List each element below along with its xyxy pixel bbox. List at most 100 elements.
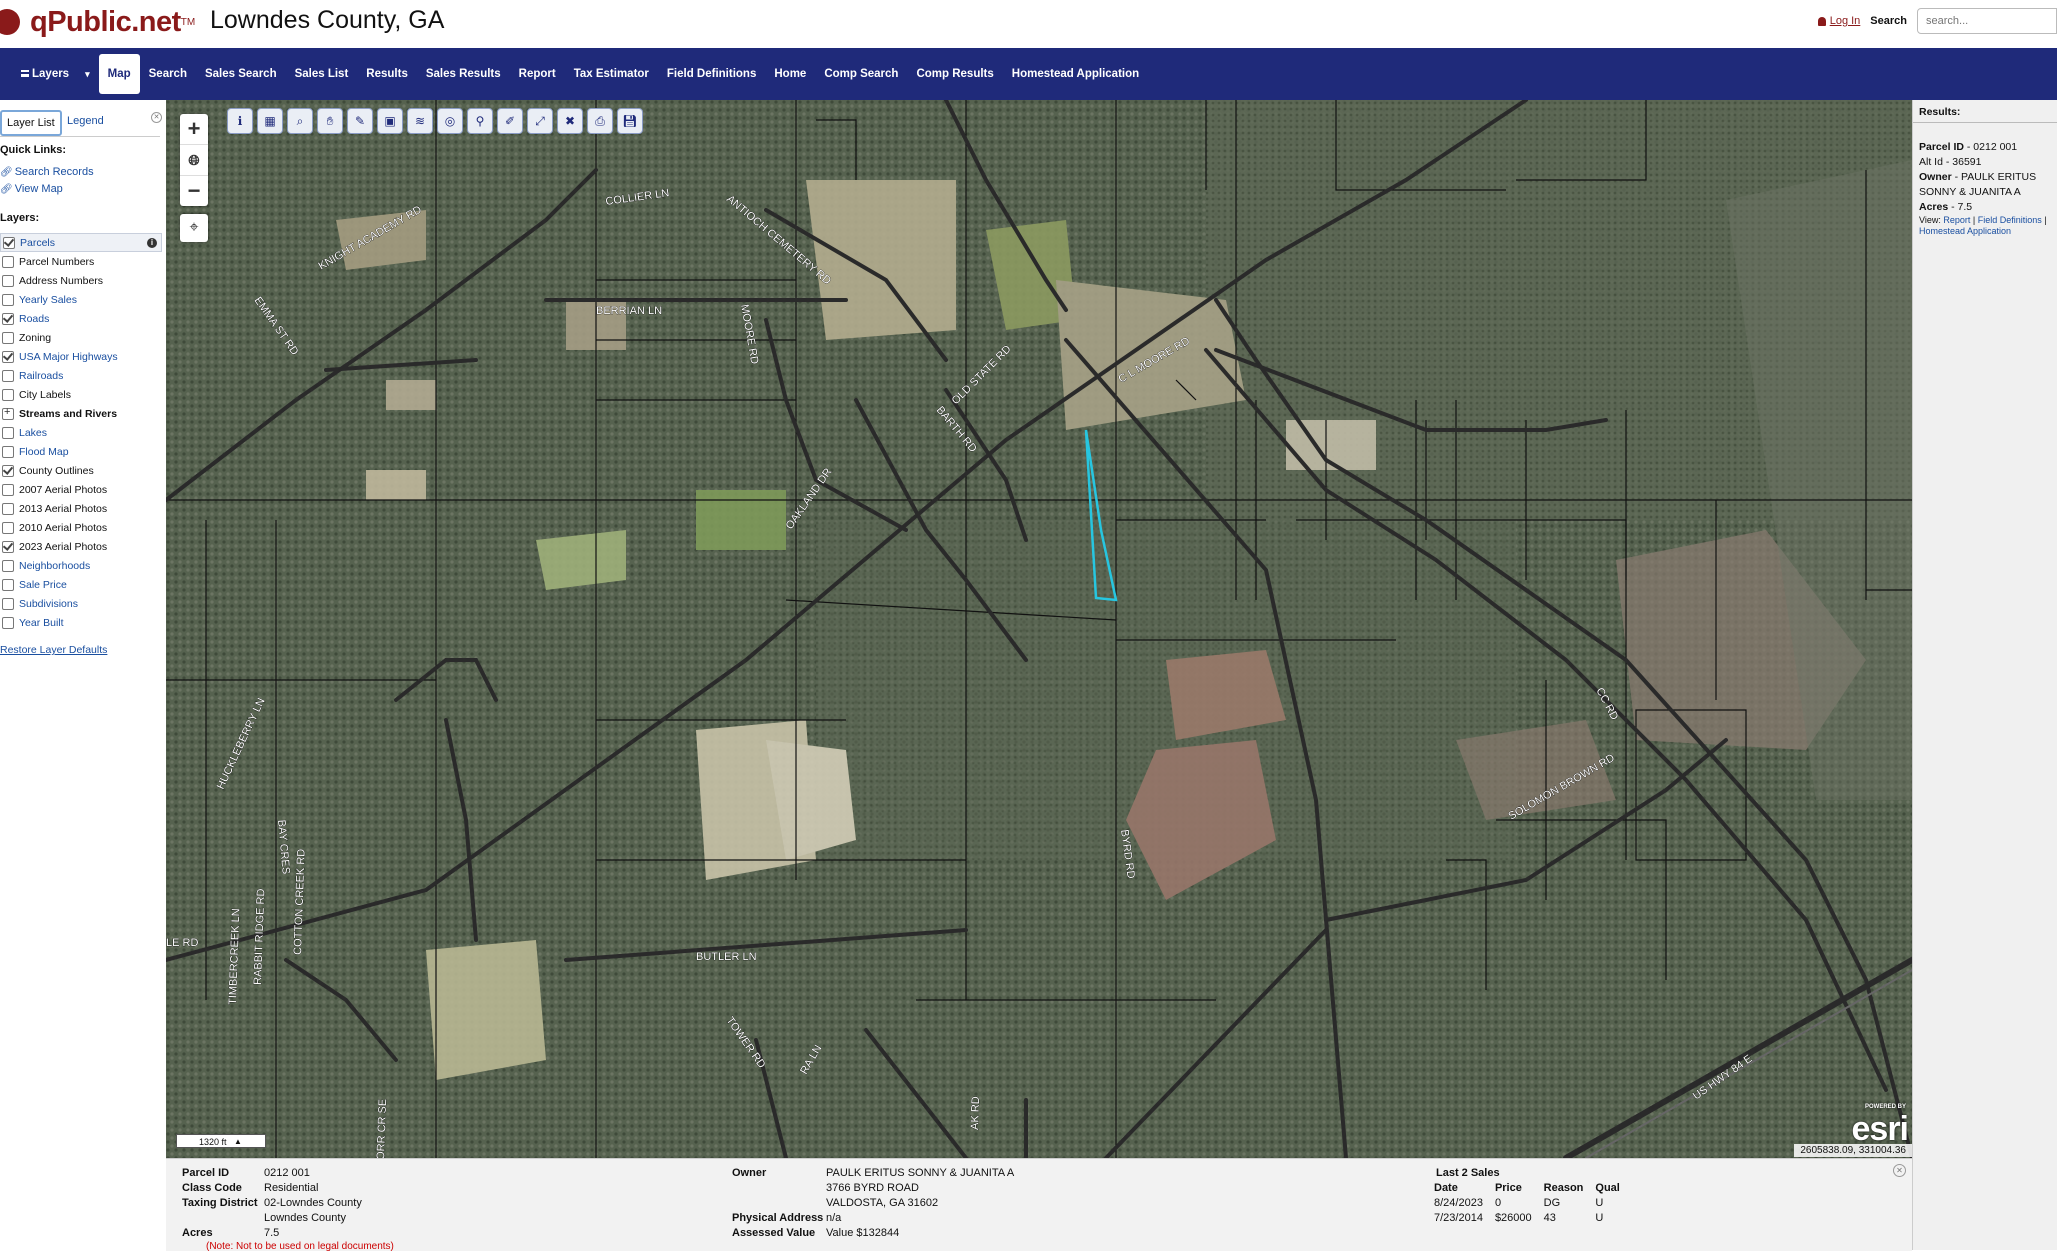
layers-tool-button[interactable]: ≋ bbox=[407, 108, 433, 134]
zoom-out-button[interactable]: − bbox=[180, 176, 208, 206]
layer-item-county-outlines[interactable]: County Outlines bbox=[0, 461, 162, 480]
layer-checkbox[interactable] bbox=[2, 445, 14, 458]
layer-item-subdivisions[interactable]: Subdivisions bbox=[0, 594, 162, 613]
qpublic-logo[interactable]: qPublic.net TM bbox=[0, 4, 195, 40]
locate-button[interactable]: ⌖ bbox=[180, 214, 208, 242]
select-tool-button[interactable]: ▦ bbox=[257, 108, 283, 134]
layer-item-sale-price[interactable]: Sale Price bbox=[0, 575, 162, 594]
layer-item-lakes[interactable]: Lakes bbox=[0, 423, 162, 442]
layer-label: Zoning bbox=[19, 331, 52, 344]
layer-item-flood-map[interactable]: Flood Map bbox=[0, 442, 162, 461]
close-icon[interactable]: ✕ bbox=[1893, 1164, 1906, 1177]
homestead-application-link[interactable]: Homestead Application bbox=[1919, 226, 2011, 236]
layer-item-2007-aerial-photos[interactable]: 2007 Aerial Photos bbox=[0, 480, 162, 499]
nav-results[interactable]: Results bbox=[357, 54, 417, 94]
nav-search[interactable]: Search bbox=[140, 54, 196, 94]
measure-tool-button[interactable]: ✐ bbox=[497, 108, 523, 134]
layer-checkbox[interactable] bbox=[2, 483, 14, 496]
nav-sales-list[interactable]: Sales List bbox=[286, 54, 358, 94]
search-label[interactable]: Search bbox=[1870, 15, 1907, 27]
quick-links-title: Quick Links: bbox=[0, 144, 67, 156]
crosshair-icon: ⌖ bbox=[189, 219, 199, 236]
column-header: Date bbox=[1434, 1182, 1458, 1194]
restore-layer-defaults-link[interactable]: Restore Layer Defaults bbox=[0, 644, 107, 656]
layer-checkbox[interactable] bbox=[2, 274, 14, 287]
clear-tool-button[interactable]: ✖ bbox=[557, 108, 583, 134]
nav-sales-search[interactable]: Sales Search bbox=[196, 54, 286, 94]
close-icon[interactable]: ✕ bbox=[151, 112, 162, 123]
login-link[interactable]: Log In bbox=[1817, 15, 1860, 27]
nav-comp-search[interactable]: Comp Search bbox=[815, 54, 907, 94]
report-link[interactable]: Report bbox=[1943, 215, 1970, 225]
layer-checkbox[interactable] bbox=[2, 331, 14, 344]
layer-item-parcels[interactable]: Parcels i bbox=[0, 233, 162, 252]
layer-item-roads[interactable]: Roads bbox=[0, 309, 162, 328]
layer-item-usa-major-highways[interactable]: USA Major Highways bbox=[0, 347, 162, 366]
layer-checkbox[interactable] bbox=[2, 597, 14, 610]
quick-link-view-map[interactable]: 🔗︎ View Map bbox=[0, 183, 63, 195]
nav-report[interactable]: Report bbox=[510, 54, 565, 94]
layer-checkbox[interactable] bbox=[2, 464, 14, 477]
identify-tool-button[interactable]: ℹ bbox=[227, 108, 253, 134]
sale-price: 0 bbox=[1494, 1197, 1502, 1209]
triangle-icon: ▲ bbox=[234, 1137, 242, 1146]
layer-item-city-labels[interactable]: City Labels bbox=[0, 385, 162, 404]
zoom-in-button[interactable]: + bbox=[180, 114, 208, 145]
buffer-tool-button[interactable]: ◎ bbox=[437, 108, 463, 134]
nav-comp-results[interactable]: Comp Results bbox=[907, 54, 1002, 94]
layer-checkbox[interactable] bbox=[2, 388, 14, 401]
layer-item-streams-and-rivers[interactable]: Streams and Rivers bbox=[0, 404, 162, 423]
layer-checkbox[interactable] bbox=[2, 350, 14, 363]
layer-checkbox[interactable] bbox=[2, 616, 14, 629]
layer-checkbox[interactable] bbox=[2, 293, 14, 306]
layer-checkbox[interactable] bbox=[2, 312, 14, 325]
header: qPublic.net TM Lowndes County, GA Log In… bbox=[0, 0, 2057, 48]
save-tool-button[interactable]: 💾︎ bbox=[617, 108, 643, 134]
tab-legend[interactable]: Legend bbox=[62, 110, 109, 132]
home-extent-button[interactable]: 🌐︎ bbox=[180, 145, 208, 176]
layer-checkbox[interactable] bbox=[2, 502, 14, 515]
find-tool-button[interactable]: ⚲ bbox=[467, 108, 493, 134]
layer-checkbox[interactable] bbox=[2, 521, 14, 534]
layer-checkbox[interactable] bbox=[2, 255, 14, 268]
layer-item-2023-aerial-photos[interactable]: 2023 Aerial Photos bbox=[0, 537, 162, 556]
layer-item-zoning[interactable]: Zoning bbox=[0, 328, 162, 347]
layer-item-2010-aerial-photos[interactable]: 2010 Aerial Photos bbox=[0, 518, 162, 537]
layer-checkbox[interactable] bbox=[2, 559, 14, 572]
layer-item-yearly-sales[interactable]: Yearly Sales bbox=[0, 290, 162, 309]
layer-item-address-numbers[interactable]: Address Numbers bbox=[0, 271, 162, 290]
layer-label: Subdivisions bbox=[19, 597, 78, 610]
layer-item-parcel-numbers[interactable]: Parcel Numbers bbox=[0, 252, 162, 271]
layer-checkbox[interactable] bbox=[2, 540, 14, 553]
layer-item-2013-aerial-photos[interactable]: 2013 Aerial Photos bbox=[0, 499, 162, 518]
nav-homestead-application[interactable]: Homestead Application bbox=[1003, 54, 1148, 94]
nav-home[interactable]: Home bbox=[765, 54, 815, 94]
layer-item-neighborhoods[interactable]: Neighborhoods bbox=[0, 556, 162, 575]
query-tool-button[interactable]: ⌕ bbox=[287, 108, 313, 134]
nav-tax-estimator[interactable]: Tax Estimator bbox=[565, 54, 658, 94]
pan-tool-button[interactable]: ✋︎ bbox=[317, 108, 343, 134]
result-item[interactable]: Parcel ID - 0212 001 Alt Id - 36591 Owne… bbox=[1919, 140, 2057, 237]
print-tool-button[interactable]: ⎙ bbox=[587, 108, 613, 134]
layer-checkbox[interactable] bbox=[3, 236, 15, 249]
layer-checkbox[interactable] bbox=[2, 578, 14, 591]
info-icon[interactable]: i bbox=[147, 238, 157, 248]
quick-link-search-records[interactable]: 🔗︎ Search Records bbox=[0, 166, 94, 178]
tab-layer-list[interactable]: Layer List bbox=[0, 110, 62, 136]
map-view[interactable]: COLLIER LN ANTIOCH CEMETERY RD KNIGHT AC… bbox=[166, 100, 1912, 1158]
nav-sales-results[interactable]: Sales Results bbox=[417, 54, 510, 94]
sales-table: Date Price Reason Qual 8/24/2023 0 DG U … bbox=[1434, 1181, 1632, 1226]
erase-tool-button[interactable]: ✎ bbox=[347, 108, 373, 134]
search-input[interactable] bbox=[1917, 8, 2057, 34]
nav-layers[interactable]: Layers ▾ bbox=[12, 54, 99, 94]
field-definitions-link[interactable]: Field Definitions bbox=[1978, 215, 2042, 225]
zoom-extent-tool-button[interactable]: ⤢ bbox=[527, 108, 553, 134]
select-box-tool-button[interactable]: ▣ bbox=[377, 108, 403, 134]
layer-item-year-built[interactable]: Year Built bbox=[0, 613, 162, 632]
layer-checkbox[interactable] bbox=[2, 426, 14, 439]
nav-field-definitions[interactable]: Field Definitions bbox=[658, 54, 765, 94]
nav-map[interactable]: Map bbox=[98, 54, 140, 94]
expand-icon[interactable] bbox=[2, 406, 14, 420]
layer-item-railroads[interactable]: Railroads bbox=[0, 366, 162, 385]
layer-checkbox[interactable] bbox=[2, 369, 14, 382]
